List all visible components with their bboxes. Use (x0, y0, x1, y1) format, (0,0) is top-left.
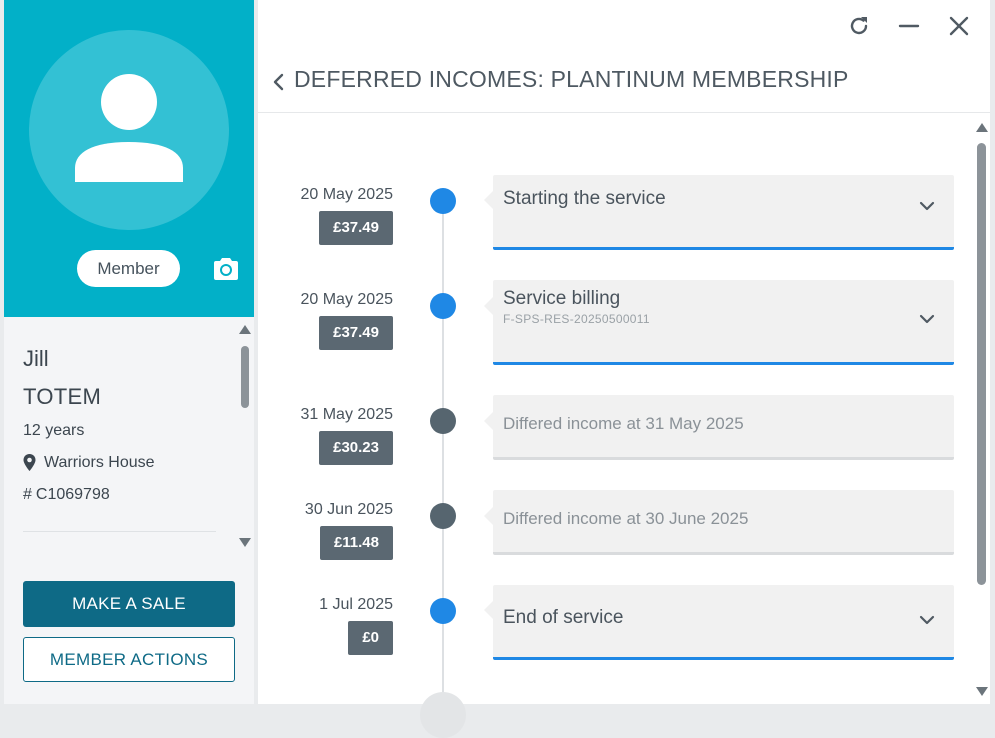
scroll-thumb[interactable] (977, 143, 986, 585)
member-id-line: # C1069798 (23, 479, 223, 511)
scroll-down-icon[interactable] (239, 538, 251, 547)
entry-date: 31 May 2025 (300, 406, 393, 423)
entry-card: Differed income at 30 June 2025 (484, 490, 954, 555)
entry-amount-badge: £11.48 (319, 526, 393, 560)
refresh-icon[interactable] (847, 14, 871, 38)
scroll-up-icon[interactable] (976, 123, 988, 132)
last-name: TOTEM (23, 384, 102, 409)
location-pin-icon (23, 454, 36, 471)
entry-title: End of service (503, 607, 624, 628)
entry-title: Differed income at 31 May 2025 (503, 414, 744, 433)
chevron-down-icon[interactable] (919, 201, 935, 211)
divider (23, 531, 216, 532)
avatar[interactable] (29, 30, 229, 230)
back-chevron-icon[interactable] (272, 72, 286, 92)
member-actions-button[interactable]: MEMBER ACTIONS (23, 637, 235, 682)
profile-scrollbar[interactable] (239, 325, 251, 550)
timeline-dot (430, 503, 456, 529)
entry-amount-badge: £30.23 (319, 431, 393, 465)
minimize-icon[interactable] (897, 14, 921, 38)
user-silhouette-icon (75, 74, 183, 182)
scroll-down-icon[interactable] (976, 687, 988, 696)
entry-date: 20 May 2025 (300, 186, 393, 203)
scroll-thumb[interactable] (241, 346, 249, 408)
age: 12 years (23, 422, 85, 439)
entry-amount-badge: £37.49 (319, 211, 393, 245)
card-pointer (484, 297, 493, 315)
entry-date: 1 Jul 2025 (319, 596, 393, 613)
profile-info: Jill TOTEM 12 years Warriors House # C10… (23, 337, 223, 511)
location: Warriors House (44, 454, 155, 471)
expandable-entry-card[interactable]: Starting the service (484, 175, 954, 250)
entry-card: Differed income at 31 May 2025 (484, 395, 954, 460)
entry-date: 20 May 2025 (300, 291, 393, 308)
divider (258, 112, 990, 113)
age-line: 12 years (23, 415, 223, 447)
timeline-dot (430, 293, 456, 319)
entry-amount-badge: £0 (348, 621, 393, 655)
card-pointer (484, 601, 493, 619)
entry-title: Starting the service (503, 188, 666, 209)
make-sale-button[interactable]: MAKE A SALE (23, 581, 235, 627)
card-pointer (484, 191, 493, 209)
member-id: C1069798 (35, 486, 110, 503)
camera-icon[interactable] (212, 256, 240, 282)
card-pointer (484, 507, 493, 525)
timeline-end-marker (420, 692, 466, 738)
expandable-entry-card[interactable]: Service billing F-SPS-RES-20250500011 (484, 280, 954, 365)
profile-header: Member (4, 0, 254, 317)
location-line: Warriors House (23, 447, 223, 479)
chevron-down-icon[interactable] (919, 314, 935, 324)
first-name: Jill (23, 346, 49, 371)
timeline-dot (430, 598, 456, 624)
page-title: DEFERRED INCOMES: PLANTINUM MEMBERSHIP (294, 66, 849, 92)
entry-reference: F-SPS-RES-20250500011 (503, 312, 650, 326)
member-profile-panel: Member Jill TOTEM 12 years Warriors Hous… (4, 0, 254, 704)
timeline-line (442, 200, 444, 704)
timeline-dot (430, 188, 456, 214)
close-icon[interactable] (947, 14, 971, 38)
member-badge: Member (77, 250, 180, 287)
entry-title: Differed income at 30 June 2025 (503, 509, 749, 528)
card-pointer (484, 412, 493, 430)
chevron-down-icon[interactable] (919, 615, 935, 625)
deferred-incomes-panel: DEFERRED INCOMES: PLANTINUM MEMBERSHIP 2… (258, 0, 990, 738)
expandable-entry-card[interactable]: End of service (484, 585, 954, 660)
entry-title: Service billing (503, 288, 621, 309)
hash-icon: # (23, 486, 32, 503)
scroll-up-icon[interactable] (239, 325, 251, 334)
entry-date: 30 Jun 2025 (304, 501, 393, 518)
timeline-dot (430, 408, 456, 434)
entry-amount-badge: £37.49 (319, 316, 393, 350)
